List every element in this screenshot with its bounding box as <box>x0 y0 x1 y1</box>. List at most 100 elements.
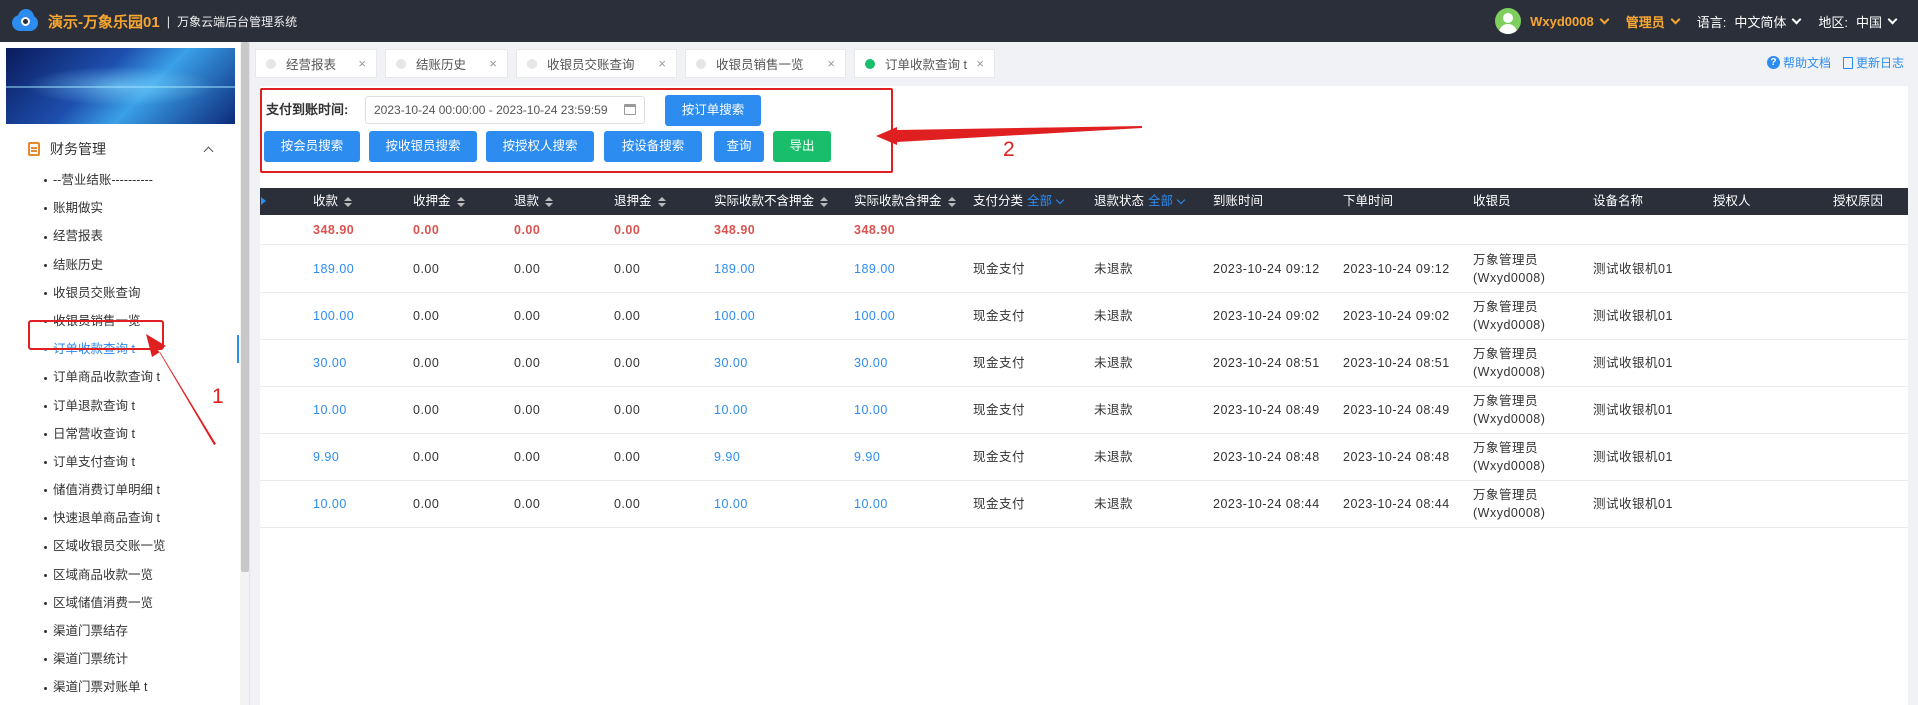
scroll-left-icon[interactable] <box>261 197 266 205</box>
sidebar-item[interactable]: 日常营收查询 t <box>0 420 249 448</box>
cell-pay-type: 现金支付 <box>973 356 1026 370</box>
cell-actual-excl: 9.90 <box>714 450 741 464</box>
table-row[interactable]: 9.90 0.00 0.00 0.00 9.90 9.90 现金支付 未退款 2023-10-2… <box>260 434 1908 481</box>
col-pay-type[interactable]: 支付分类 全部 <box>973 188 1065 215</box>
cell-arrive-time: 2023-10-24 09:12 <box>1213 262 1320 276</box>
sidebar-item-label: 储值消费订单明细 t <box>53 483 160 498</box>
sidebar-item[interactable]: 区域商品收款一览 <box>0 561 249 589</box>
cashier-id: (Wxyd0008) <box>1473 412 1546 426</box>
sidebar-item[interactable]: 渠道门票对账单 t <box>0 673 249 701</box>
summary-row: 348.90 0.00 0.00 0.00 348.90 348.90 <box>260 215 1908 245</box>
region-menu[interactable]: 地区: 中国 <box>1818 12 1898 31</box>
chevron-down-icon <box>1670 14 1681 24</box>
sum-refund-deposit: 0.00 <box>614 223 641 237</box>
sidebar-item-label: 经营报表 <box>53 229 104 244</box>
tab-label: 收银员交账查询 <box>547 58 635 72</box>
col-refund-status[interactable]: 退款状态 全部 <box>1094 188 1186 215</box>
table-row[interactable]: 10.00 0.00 0.00 0.00 10.00 10.00 现金支付 未退款 2023-1… <box>260 387 1908 434</box>
sidebar-item[interactable]: 储值消费订单明细 t <box>0 476 249 504</box>
avatar[interactable] <box>1495 8 1522 34</box>
sidebar-item[interactable]: 渠道门票结存 <box>0 617 249 645</box>
sidebar-item[interactable]: 快速退单商品查询 t <box>0 504 249 532</box>
sidebar: 财务管理 --营业结账---------- 账期做实经营报表结账历史 收银员交账查询… <box>0 42 250 705</box>
tab-bar: ? 帮助文档 更新日志 经营报表 × 结账历史 × 收银员交账查询 × 收银员销售一览 × 订单… <box>250 42 1918 82</box>
cell-amount: 9.90 <box>313 450 340 464</box>
tab[interactable]: 订单收款查询 t × <box>854 49 995 78</box>
main-content: ? 帮助文档 更新日志 经营报表 × 结账历史 × 收银员交账查询 × 收银员销售一览 × 订单… <box>250 42 1918 705</box>
cashier-id: (Wxyd0008) <box>1473 459 1546 473</box>
menu-group-finance[interactable]: 财务管理 <box>0 132 236 166</box>
cell-refund: 0.00 <box>514 309 541 323</box>
col-actual-excl[interactable]: 实际收款不含押金 <box>714 188 829 215</box>
username: Wxyd0008 <box>1530 13 1594 29</box>
close-icon[interactable]: × <box>827 56 835 71</box>
close-icon[interactable]: × <box>489 56 497 71</box>
sidebar-item-label: 区域商品收款一览 <box>53 567 154 582</box>
col-cashier: 收银员 <box>1473 194 1511 208</box>
table-row[interactable]: 100.00 0.00 0.00 0.00 100.00 100.00 现金支付 未退款 202… <box>260 293 1908 340</box>
cell-refund-status: 未退款 <box>1094 309 1134 323</box>
sidebar-item[interactable]: 账期做实 <box>0 194 249 222</box>
annotation-number-1: 1 <box>212 385 224 408</box>
close-icon[interactable]: × <box>658 56 666 71</box>
bullet-icon <box>44 376 47 380</box>
logo[interactable]: 演示-万象乐园01 | 万象云端后台管理系统 <box>0 0 297 42</box>
cell-order-time: 2023-10-24 09:02 <box>1343 309 1450 323</box>
tab[interactable]: 结账历史 × <box>385 49 508 78</box>
close-icon[interactable]: × <box>358 56 366 71</box>
col-actual-incl[interactable]: 实际收款含押金 <box>854 188 956 215</box>
sidebar-scrollbar-thumb[interactable] <box>241 42 249 572</box>
col-amount[interactable]: 收款 <box>313 188 353 215</box>
table-row[interactable]: 30.00 0.00 0.00 0.00 30.00 30.00 现金支付 未退款 2023-1… <box>260 340 1908 387</box>
sidebar-item[interactable]: 渠道门票统计 <box>0 645 249 673</box>
tab[interactable]: 收银员销售一览 × <box>685 49 846 78</box>
sidebar-item[interactable]: 分销门票结存 <box>0 702 249 705</box>
content-panel: 支付到账时间: 2023-10-24 00:00:00 - 2023-10-24… <box>260 86 1908 705</box>
close-icon[interactable]: × <box>976 56 984 71</box>
col-authorizer: 授权人 <box>1713 194 1751 208</box>
help-links: ? 帮助文档 更新日志 <box>1766 54 1904 71</box>
sidebar-item[interactable]: 区域收银员交账一览 <box>0 532 249 560</box>
user-menu[interactable]: Wxyd0008 <box>1530 13 1610 29</box>
cell-refund-status: 未退款 <box>1094 356 1134 370</box>
cell-actual-incl: 10.00 <box>854 497 888 511</box>
cell-amount: 10.00 <box>313 497 347 511</box>
cell-actual-incl: 30.00 <box>854 356 888 370</box>
table-row[interactable]: 10.00 0.00 0.00 0.00 10.00 10.00 现金支付 未退款 2023-1… <box>260 481 1908 528</box>
chevron-down-icon <box>1055 195 1065 204</box>
sidebar-item[interactable]: --营业结账---------- <box>0 166 249 194</box>
sidebar-item[interactable]: 经营报表 <box>0 222 249 250</box>
col-refund[interactable]: 退款 <box>514 188 554 215</box>
cell-cashier: 万象管理员 (Wxyd0008) <box>1473 345 1545 381</box>
cell-actual-incl: 9.90 <box>854 450 881 464</box>
col-deposit[interactable]: 收押金 <box>413 188 465 215</box>
refund-status-filter[interactable]: 全部 <box>1148 194 1173 208</box>
sidebar-item[interactable]: 收银员交账查询 <box>0 279 249 307</box>
bullet-icon <box>44 517 47 521</box>
role-menu[interactable]: 管理员 <box>1626 12 1681 31</box>
cell-actual-excl: 30.00 <box>714 356 748 370</box>
tab[interactable]: 经营报表 × <box>255 49 377 78</box>
bullet-icon <box>44 630 47 634</box>
bullet-icon <box>44 432 47 436</box>
help-doc-link[interactable]: 帮助文档 <box>1783 54 1831 71</box>
bullet-icon <box>44 461 47 465</box>
update-log-link[interactable]: 更新日志 <box>1856 54 1904 71</box>
sidebar-item-label: 区域储值消费一览 <box>53 595 154 610</box>
bullet-icon <box>44 404 47 408</box>
table-row[interactable]: 189.00 0.00 0.00 0.00 189.00 189.00 现金支付 未退款 202… <box>260 246 1908 293</box>
cell-pay-type: 现金支付 <box>973 497 1026 511</box>
col-refund-deposit[interactable]: 退押金 <box>614 188 666 215</box>
top-bar: 演示-万象乐园01 | 万象云端后台管理系统 Wxyd0008 管理员 语言: … <box>0 0 1918 42</box>
pay-type-filter[interactable]: 全部 <box>1027 194 1052 208</box>
sidebar-item[interactable]: 订单支付查询 t <box>0 448 249 476</box>
sidebar-item[interactable]: 结账历史 <box>0 251 249 279</box>
tab[interactable]: 收银员交账查询 × <box>516 49 677 78</box>
language-menu[interactable]: 语言: 中文简体 <box>1697 12 1802 31</box>
finance-icon <box>28 142 40 156</box>
sidebar-item[interactable]: 区域储值消费一览 <box>0 589 249 617</box>
cell-arrive-time: 2023-10-24 08:51 <box>1213 356 1320 370</box>
cell-deposit: 0.00 <box>413 450 440 464</box>
cell-device: 测试收银机01 <box>1593 403 1673 417</box>
sidebar-item-label: 渠道门票结存 <box>53 624 129 638</box>
